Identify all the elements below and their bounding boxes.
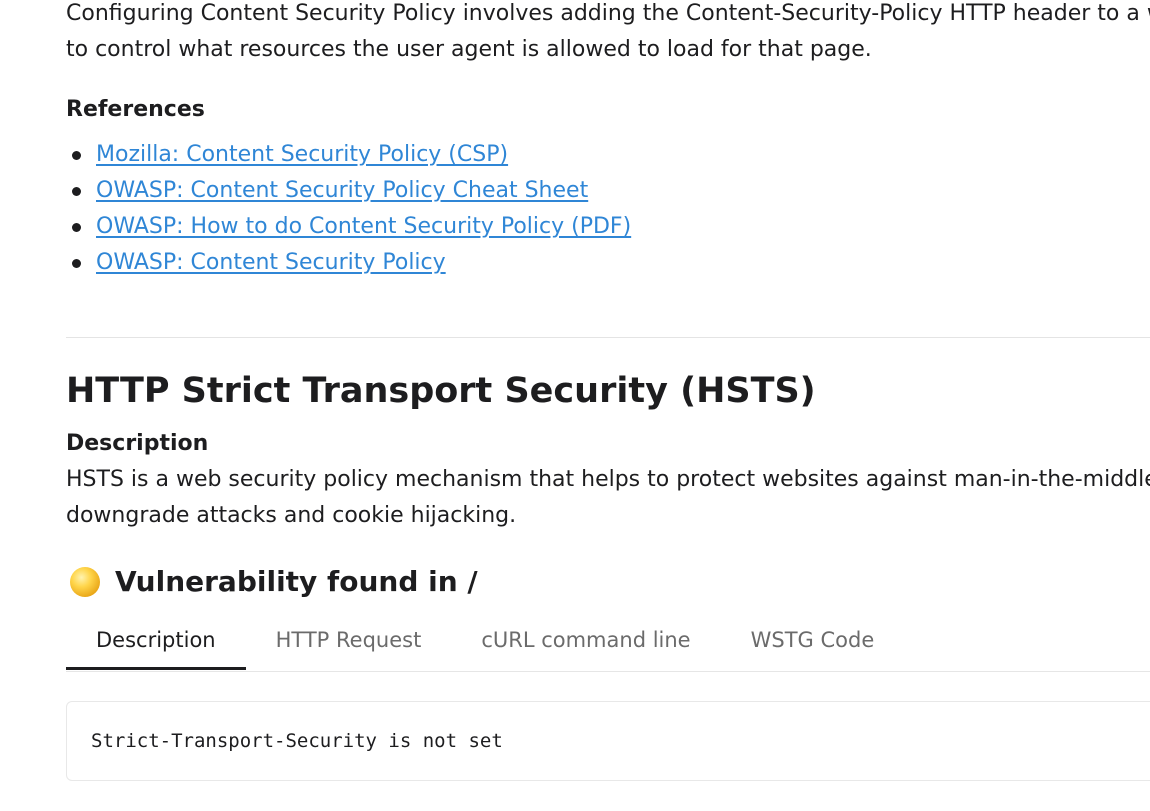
reference-link-owasp-cheat-sheet[interactable]: OWASP: Content Security Policy Cheat She… bbox=[96, 178, 588, 203]
list-item: OWASP: Content Security Policy Cheat She… bbox=[66, 174, 631, 210]
reference-link-owasp-csp[interactable]: OWASP: Content Security Policy bbox=[96, 250, 446, 275]
tab-wstg-code[interactable]: WSTG Code bbox=[721, 614, 905, 670]
section-title: HTTP Strict Transport Security (HSTS) bbox=[66, 371, 816, 411]
section-divider bbox=[66, 337, 1150, 338]
tab-panel-description: Strict-Transport-Security is not set bbox=[66, 701, 1150, 781]
vulnerability-heading: Vulnerability found in / bbox=[70, 563, 478, 601]
intro-paragraph: Configuring Content Security Policy invo… bbox=[66, 0, 1150, 68]
tab-description[interactable]: Description bbox=[66, 614, 246, 670]
reference-link-mozilla-csp[interactable]: Mozilla: Content Security Policy (CSP) bbox=[96, 142, 508, 167]
description-heading: Description bbox=[66, 431, 209, 456]
tab-http-request[interactable]: HTTP Request bbox=[246, 614, 452, 670]
description-line-2: downgrade attacks and cookie hijacking. bbox=[66, 503, 517, 528]
tab-bar: Description HTTP Request cURL command li… bbox=[66, 614, 1150, 672]
description-text: HSTS is a web security policy mechanism … bbox=[66, 462, 1150, 534]
list-item: OWASP: How to do Content Security Policy… bbox=[66, 210, 631, 246]
bullet-icon bbox=[72, 151, 81, 160]
intro-line-2: to control what resources the user agent… bbox=[66, 37, 872, 62]
page: Configuring Content Security Policy invo… bbox=[0, 0, 1150, 811]
bullet-icon bbox=[72, 223, 81, 232]
intro-line-1: Configuring Content Security Policy invo… bbox=[66, 1, 1150, 26]
yellow-circle-icon bbox=[70, 567, 100, 597]
references-heading: References bbox=[66, 97, 205, 122]
vulnerability-title: Vulnerability found in / bbox=[115, 565, 478, 598]
references-list: Mozilla: Content Security Policy (CSP) O… bbox=[66, 138, 631, 282]
bullet-icon bbox=[72, 259, 81, 268]
list-item: Mozilla: Content Security Policy (CSP) bbox=[66, 138, 631, 174]
list-item: OWASP: Content Security Policy bbox=[66, 246, 631, 282]
code-snippet: Strict-Transport-Security is not set bbox=[91, 730, 503, 752]
bullet-icon bbox=[72, 187, 81, 196]
reference-link-owasp-pdf[interactable]: OWASP: How to do Content Security Policy… bbox=[96, 214, 631, 239]
description-line-1: HSTS is a web security policy mechanism … bbox=[66, 467, 1150, 492]
tab-curl-command-line[interactable]: cURL command line bbox=[451, 614, 720, 670]
